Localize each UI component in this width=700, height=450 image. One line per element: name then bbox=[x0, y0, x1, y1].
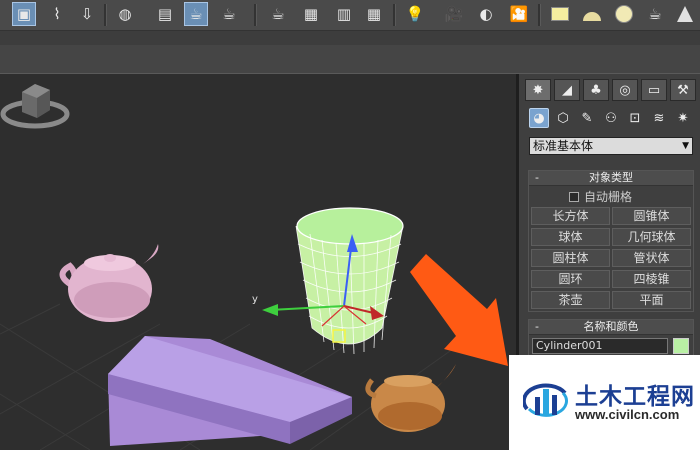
effects-icon[interactable]: ▥ bbox=[332, 2, 356, 26]
movie-camera-icon[interactable]: 🎦 bbox=[507, 2, 531, 26]
geometry-icon[interactable]: ◕ bbox=[529, 108, 549, 128]
object-type-rollout: - 对象类型 自动栅格 长方体 圆锥体 球体 几何球体 圆柱体 管状体 圆环 四… bbox=[528, 170, 694, 312]
display-tab-icon[interactable]: ▭ bbox=[641, 79, 667, 101]
box-icon[interactable] bbox=[548, 2, 572, 26]
dropdown-value: 标准基本体 bbox=[533, 139, 594, 153]
watermark-url: www.civilcn.com bbox=[575, 407, 680, 422]
space-warps-icon[interactable]: ≋ bbox=[649, 108, 669, 128]
teapot-active-icon[interactable]: ☕ bbox=[217, 2, 241, 26]
cone-icon[interactable] bbox=[673, 2, 697, 26]
shapes-icon[interactable]: ⬡ bbox=[553, 108, 573, 128]
callout-arrow bbox=[410, 254, 508, 366]
create-category-row: ◕ ⬡ ✎ ⚇ ⊡ ≋ ✷ bbox=[529, 108, 699, 130]
cameras-icon[interactable]: ⚇ bbox=[601, 108, 621, 128]
box-button[interactable]: 长方体 bbox=[531, 207, 610, 225]
hierarchy-tab-icon[interactable]: ♣ bbox=[583, 79, 609, 101]
object-name-field[interactable]: Cylinder001 bbox=[532, 338, 668, 354]
ribbon-bar bbox=[0, 45, 700, 74]
chevron-down-icon: ▼ bbox=[682, 141, 689, 151]
torus-button[interactable]: 圆环 bbox=[531, 270, 610, 288]
render-frame-icon[interactable]: ▤ bbox=[153, 2, 177, 26]
collapse-icon: - bbox=[535, 320, 539, 333]
viewport-scene: y bbox=[0, 207, 508, 450]
dome-icon[interactable] bbox=[580, 2, 604, 26]
cylinder-button[interactable]: 圆柱体 bbox=[531, 249, 610, 267]
primitive-type-dropdown[interactable]: 标准基本体 ▼ bbox=[529, 137, 693, 155]
plane-button[interactable]: 平面 bbox=[612, 291, 691, 309]
create-tab-icon[interactable]: ✸ bbox=[525, 79, 551, 101]
watermark: 土木工程网 www.civilcn.com bbox=[509, 355, 700, 450]
name-color-title: 名称和颜色 bbox=[583, 320, 639, 333]
teapot-render-icon[interactable]: ☕ bbox=[184, 2, 208, 26]
schematic-icon[interactable]: ▦ bbox=[362, 2, 386, 26]
lights-icon[interactable]: ✎ bbox=[577, 108, 597, 128]
object-type-header[interactable]: - 对象类型 bbox=[529, 171, 693, 186]
perspective-viewport[interactable]: y bbox=[0, 74, 516, 450]
command-panel-tabs: ✸ ◢ ♣ ◎ ▭ ⚒ bbox=[525, 79, 700, 101]
material-editor-icon[interactable]: ◍ bbox=[113, 2, 137, 26]
curve-editor-icon[interactable]: ⌇ bbox=[45, 2, 69, 26]
main-toolbar: ▣ ⌇ ⇩ ◍ ▤ ☕ ☕ ☕ ▦ ▥ ▦ 💡 🎥 ◐ 🎦 ☕ bbox=[0, 0, 700, 31]
name-color-header[interactable]: - 名称和颜色 bbox=[529, 320, 693, 335]
collapse-icon: - bbox=[535, 171, 539, 184]
cylinder-green bbox=[295, 207, 404, 355]
tube-button[interactable]: 管状体 bbox=[612, 249, 691, 267]
camera-icon[interactable]: 🎥 bbox=[442, 2, 466, 26]
systems-icon[interactable]: ✷ bbox=[673, 108, 693, 128]
teapot-button[interactable]: 茶壶 bbox=[531, 291, 610, 309]
teapot-production-icon[interactable]: ☕ bbox=[266, 2, 290, 26]
select-object-icon[interactable]: ▣ bbox=[12, 2, 36, 26]
geosphere-button[interactable]: 几何球体 bbox=[612, 228, 691, 246]
cone-button[interactable]: 圆锥体 bbox=[612, 207, 691, 225]
helpers-icon[interactable]: ⊡ bbox=[625, 108, 645, 128]
environment-icon[interactable]: ▦ bbox=[299, 2, 323, 26]
box-purple bbox=[108, 336, 352, 446]
civilcn-logo-icon bbox=[523, 383, 568, 417]
light-bulb-icon[interactable]: 💡 bbox=[403, 2, 427, 26]
sphere-button[interactable]: 球体 bbox=[531, 228, 610, 246]
render-setup-icon[interactable]: ⇩ bbox=[75, 2, 99, 26]
autogrid-checkbox[interactable] bbox=[569, 191, 579, 202]
watermark-title: 土木工程网 bbox=[575, 384, 695, 410]
pyramid-button[interactable]: 四棱锥 bbox=[612, 270, 691, 288]
teapot-icon[interactable]: ☕ bbox=[643, 2, 667, 26]
teapot-orange bbox=[365, 364, 456, 432]
viewcube-icon[interactable] bbox=[0, 74, 70, 134]
modify-tab-icon[interactable]: ◢ bbox=[554, 79, 580, 101]
object-buttons-grid: 长方体 圆锥体 球体 几何球体 圆柱体 管状体 圆环 四棱锥 茶壶 平面 bbox=[531, 207, 691, 309]
autogrid-row[interactable]: 自动栅格 bbox=[569, 188, 632, 205]
object-type-title: 对象类型 bbox=[589, 171, 633, 184]
object-color-swatch[interactable] bbox=[673, 338, 689, 354]
autogrid-label: 自动栅格 bbox=[584, 190, 633, 204]
sphere-shade-icon[interactable]: ◐ bbox=[474, 2, 498, 26]
ribbon-strip bbox=[0, 31, 700, 45]
axis-label-y: y bbox=[252, 294, 258, 305]
utilities-tab-icon[interactable]: ⚒ bbox=[670, 79, 696, 101]
teapot-pink bbox=[59, 244, 159, 322]
motion-tab-icon[interactable]: ◎ bbox=[612, 79, 638, 101]
disc-icon[interactable] bbox=[612, 2, 636, 26]
